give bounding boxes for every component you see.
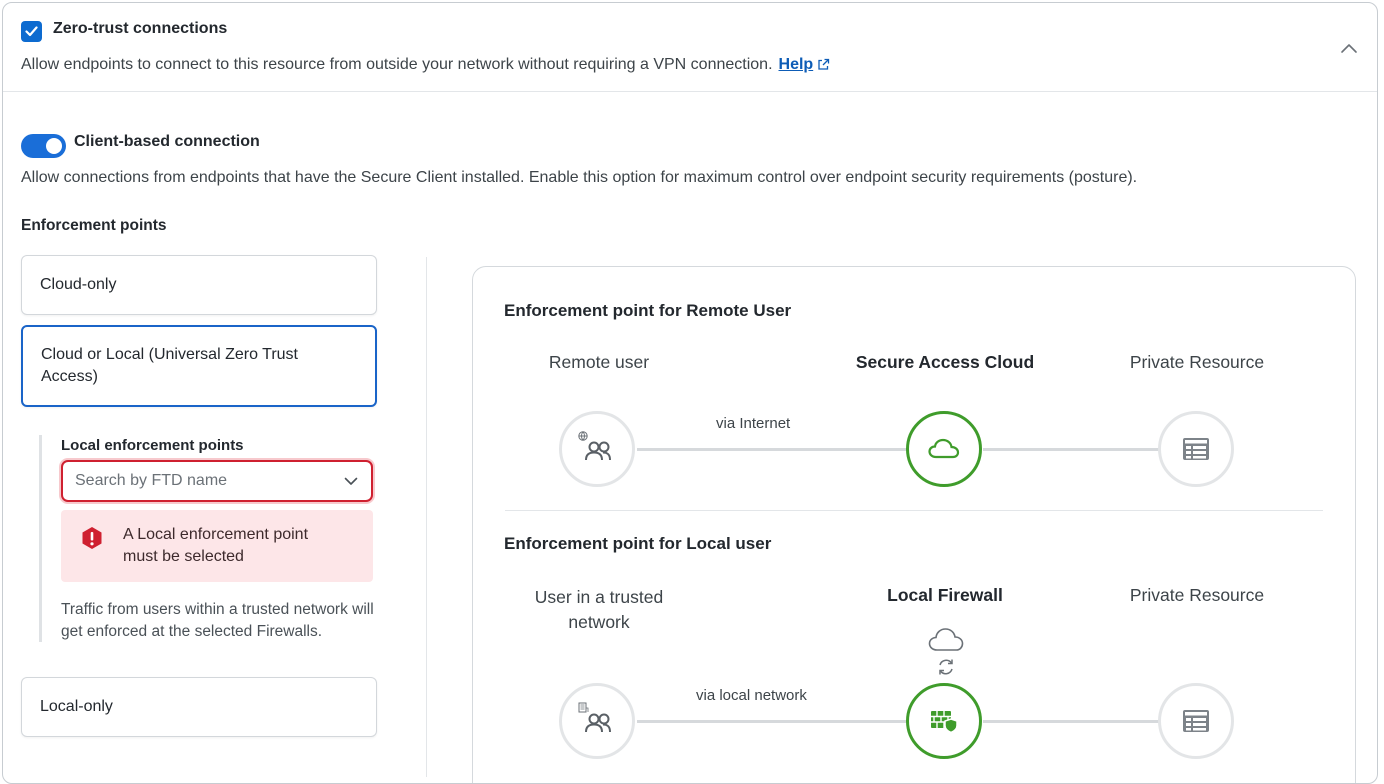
local-users-icon xyxy=(578,702,611,733)
option-label: Cloud-only xyxy=(40,276,117,293)
option-cloud-or-local[interactable]: Cloud or Local (Universal Zero Trust Acc… xyxy=(21,325,377,407)
local-firewall-label: Local Firewall xyxy=(887,585,1003,605)
zero-trust-description-text: Allow endpoints to connect to this resou… xyxy=(21,56,773,73)
local-enforcement-note: Traffic from users within a trusted netw… xyxy=(61,601,374,640)
option-local-only[interactable]: Local-only xyxy=(21,677,377,737)
cloud-sync-icon xyxy=(928,628,964,651)
error-text: A Local enforcement point must be select… xyxy=(123,526,309,565)
connection-line xyxy=(983,448,1159,451)
connection-line xyxy=(637,720,907,723)
server-icon xyxy=(1183,438,1209,460)
trusted-user-node xyxy=(559,683,635,759)
section-divider xyxy=(505,510,1323,511)
secure-access-cloud-node xyxy=(906,411,982,487)
private-resource-label: Private Resource xyxy=(1129,352,1265,372)
remote-section-title: Enforcement point for Remote User xyxy=(504,301,792,320)
connection-line xyxy=(637,448,907,451)
external-link-icon[interactable] xyxy=(817,58,830,71)
local-enforcement-title: Local enforcement points xyxy=(61,437,244,454)
trusted-user-text: User in a trusted network xyxy=(534,587,664,632)
via-internet-label: via Internet xyxy=(716,415,791,432)
local-section-rule xyxy=(39,435,42,642)
zero-trust-title: Zero-trust connections xyxy=(53,20,228,37)
zero-trust-checkbox[interactable] xyxy=(21,21,42,42)
secure-access-cloud-label: Secure Access Cloud xyxy=(855,352,1035,372)
local-firewall-node xyxy=(906,683,982,759)
firewall-icon xyxy=(931,711,958,734)
option-cloud-only[interactable]: Cloud-only xyxy=(21,255,377,315)
zero-trust-panel: Zero-trust connections Allow endpoints t… xyxy=(2,2,1378,784)
chevron-up-icon[interactable] xyxy=(1339,39,1359,59)
check-icon xyxy=(25,26,38,37)
trusted-user-label: User in a trusted network xyxy=(499,585,699,635)
remote-users-icon xyxy=(578,431,611,461)
refresh-icon xyxy=(939,659,953,675)
chevron-down-icon[interactable] xyxy=(343,473,359,489)
enforcement-diagram: Enforcement point for Remote User Remote… xyxy=(472,266,1356,783)
client-based-description: Allow connections from endpoints that ha… xyxy=(21,169,1138,186)
error-icon xyxy=(82,527,102,549)
client-based-toggle[interactable] xyxy=(21,134,66,158)
zero-trust-description: Allow endpoints to connect to this resou… xyxy=(21,56,830,74)
option-label: Local-only xyxy=(40,698,113,715)
private-resource-label: Private Resource xyxy=(1129,585,1265,605)
connection-line xyxy=(983,720,1159,723)
local-section-title: Enforcement point for Local user xyxy=(504,534,772,553)
help-link[interactable]: Help xyxy=(779,56,814,73)
private-resource-node xyxy=(1158,411,1234,487)
remote-user-node xyxy=(559,411,635,487)
column-separator xyxy=(426,257,427,777)
server-icon xyxy=(1183,710,1209,732)
client-based-title: Client-based connection xyxy=(74,133,260,150)
ftd-search-dropdown[interactable] xyxy=(61,460,373,502)
header-divider xyxy=(3,91,1377,92)
cloud-icon xyxy=(928,438,960,459)
error-message: A Local enforcement point must be select… xyxy=(61,510,373,582)
remote-user-label: Remote user xyxy=(548,352,650,372)
via-local-network-label: via local network xyxy=(696,687,807,704)
ftd-search-input[interactable] xyxy=(75,472,343,490)
option-label: Cloud or Local (Universal Zero Trust Acc… xyxy=(41,346,298,385)
enforcement-points-title: Enforcement points xyxy=(21,217,167,234)
toggle-knob xyxy=(46,138,62,154)
private-resource-node xyxy=(1158,683,1234,759)
